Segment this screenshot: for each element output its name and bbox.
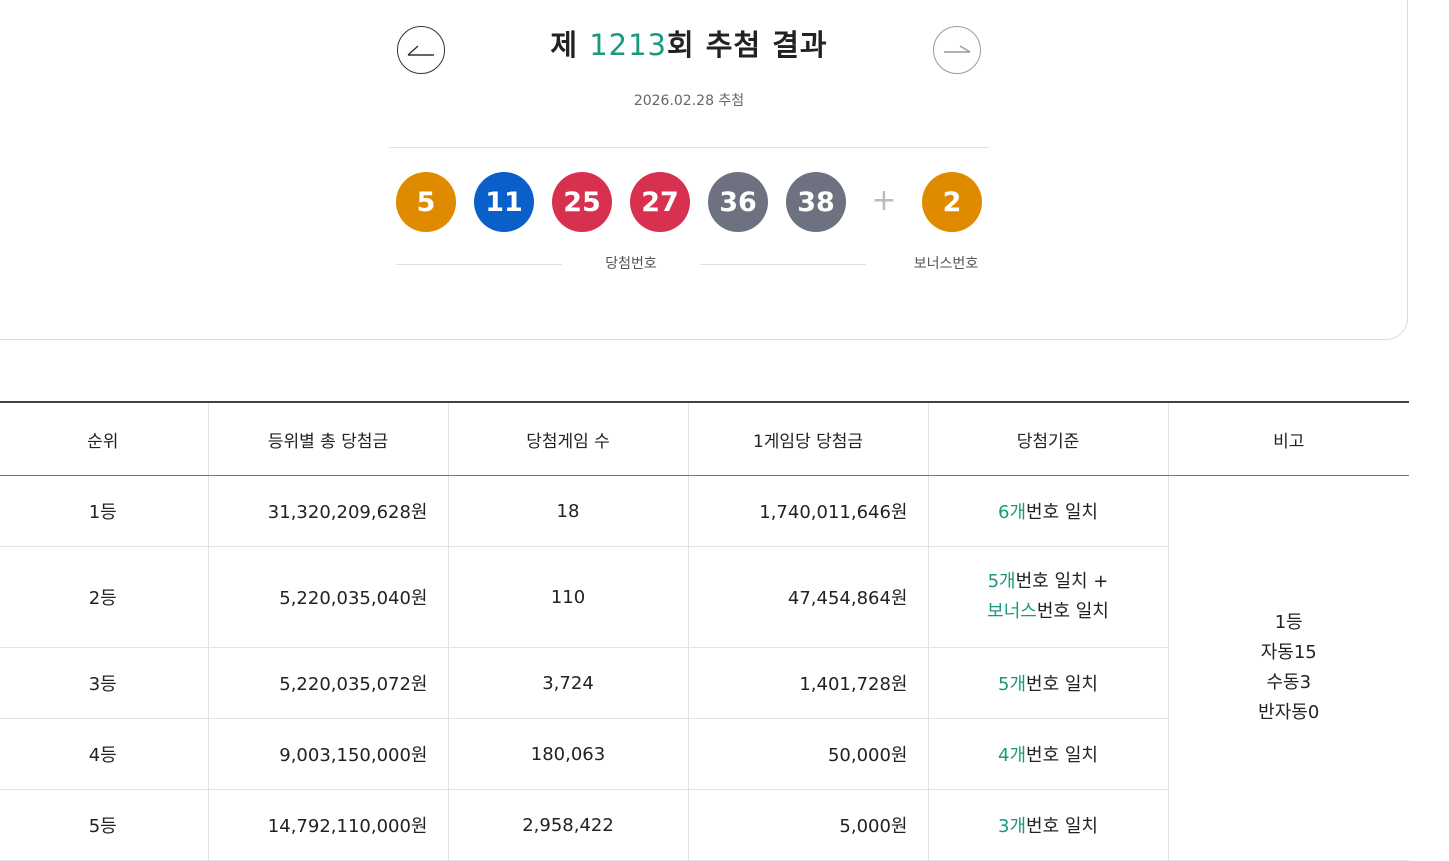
criteria-cell: 6개번호 일치 <box>927 475 1168 547</box>
winning-ball-6: 38 <box>786 172 846 232</box>
rank-cell: 2등 <box>0 546 208 648</box>
criteria-count: 4개 <box>998 745 1027 766</box>
games-cell: 180,063 <box>447 718 688 790</box>
total-prize-cell: 31,320,209,628원 <box>207 475 448 547</box>
next-round-button[interactable] <box>933 26 981 74</box>
plus-sign: + <box>871 183 897 218</box>
note-line: 수동3 <box>1266 672 1312 693</box>
header-criteria: 당첨기준 <box>927 401 1168 476</box>
total-prize-cell: 5,220,035,040원 <box>207 546 448 648</box>
note-line: 1등 <box>1274 612 1303 633</box>
header-total-prize: 등위별 총 당첨금 <box>207 401 448 476</box>
winning-ball-3: 25 <box>552 172 612 232</box>
criteria-count: 6개 <box>998 502 1027 523</box>
header-winning-games: 당첨게임 수 <box>447 401 688 476</box>
criteria-count: 5개 <box>998 674 1027 695</box>
criteria-text: 번호 일치 <box>1026 816 1098 837</box>
arrow-right-icon <box>944 45 971 53</box>
criteria-text: 번호 일치 <box>1026 502 1098 523</box>
header-prize-per-game: 1게임당 당첨금 <box>687 401 928 476</box>
rank-cell: 1등 <box>0 475 208 547</box>
winning-numbers-label: 당첨번호 <box>605 256 657 272</box>
winning-ball-4: 27 <box>630 172 690 232</box>
criteria-text: 번호 일치 <box>1026 674 1098 695</box>
criteria-cell: 4개번호 일치 <box>927 718 1168 790</box>
games-cell: 18 <box>447 475 688 547</box>
games-cell: 110 <box>447 546 688 648</box>
per-game-cell: 47,454,864원 <box>687 546 928 648</box>
criteria-cell: 5개번호 일치 <box>927 647 1168 719</box>
draw-date: 2026.02.28 추첨 <box>633 93 745 109</box>
per-game-cell: 50,000원 <box>687 718 928 790</box>
table-row: 1등 31,320,209,628원 18 1,740,011,646원 6개번… <box>0 475 1409 861</box>
games-cell: 3,724 <box>447 647 688 719</box>
criteria-cell: 3개번호 일치 <box>927 789 1168 861</box>
caption-line-right <box>700 264 866 265</box>
total-prize-cell: 5,220,035,072원 <box>207 647 448 719</box>
criteria-line: 보너스번호 일치 <box>929 597 1168 627</box>
rank-cell: 3등 <box>0 647 208 719</box>
winning-ball-1: 5 <box>396 172 456 232</box>
games-cell: 2,958,422 <box>447 789 688 861</box>
page-title: 제 1213회 추첨 결과 <box>0 22 1378 64</box>
winning-ball-5: 36 <box>708 172 768 232</box>
note-line: 반자동0 <box>1258 702 1320 723</box>
divider <box>389 147 989 148</box>
per-game-cell: 1,401,728원 <box>687 647 928 719</box>
criteria-text: 번호 일치 <box>1036 601 1109 622</box>
header-rank: 순위 <box>0 401 208 476</box>
criteria-count: 5개 <box>987 571 1016 592</box>
criteria-cell: 5개번호 일치 + 보너스번호 일치 <box>927 546 1168 648</box>
criteria-bonus: 보너스 <box>987 601 1037 622</box>
caption-line-left <box>396 264 562 265</box>
bonus-ball: 2 <box>922 172 982 232</box>
rank-cell: 5등 <box>0 789 208 861</box>
prize-table: 순위 등위별 총 당첨금 당첨게임 수 1게임당 당첨금 당첨기준 비고 1등 … <box>0 401 1409 861</box>
criteria-count: 3개 <box>998 816 1027 837</box>
criteria-text: 번호 일치 <box>1026 745 1098 766</box>
rank-cell: 4등 <box>0 718 208 790</box>
title-suffix: 회 추첨 결과 <box>667 28 828 62</box>
total-prize-cell: 14,792,110,000원 <box>207 789 448 861</box>
table-header-row: 순위 등위별 총 당첨금 당첨게임 수 1게임당 당첨금 당첨기준 비고 <box>0 401 1409 476</box>
header-note: 비고 <box>1167 401 1409 476</box>
total-prize-cell: 9,003,150,000원 <box>207 718 448 790</box>
note-cell: 1등 자동15 수동3 반자동0 <box>1167 475 1409 861</box>
criteria-line: 5개번호 일치 + <box>929 567 1168 597</box>
title-prefix: 제 <box>550 28 590 62</box>
round-number: 1213 <box>589 28 667 62</box>
note-line: 자동15 <box>1260 642 1317 663</box>
criteria-text: 번호 일치 + <box>1015 571 1109 592</box>
bonus-number-label: 보너스번호 <box>913 256 979 272</box>
per-game-cell: 5,000원 <box>687 789 928 861</box>
winning-ball-2: 11 <box>474 172 534 232</box>
per-game-cell: 1,740,011,646원 <box>687 475 928 547</box>
